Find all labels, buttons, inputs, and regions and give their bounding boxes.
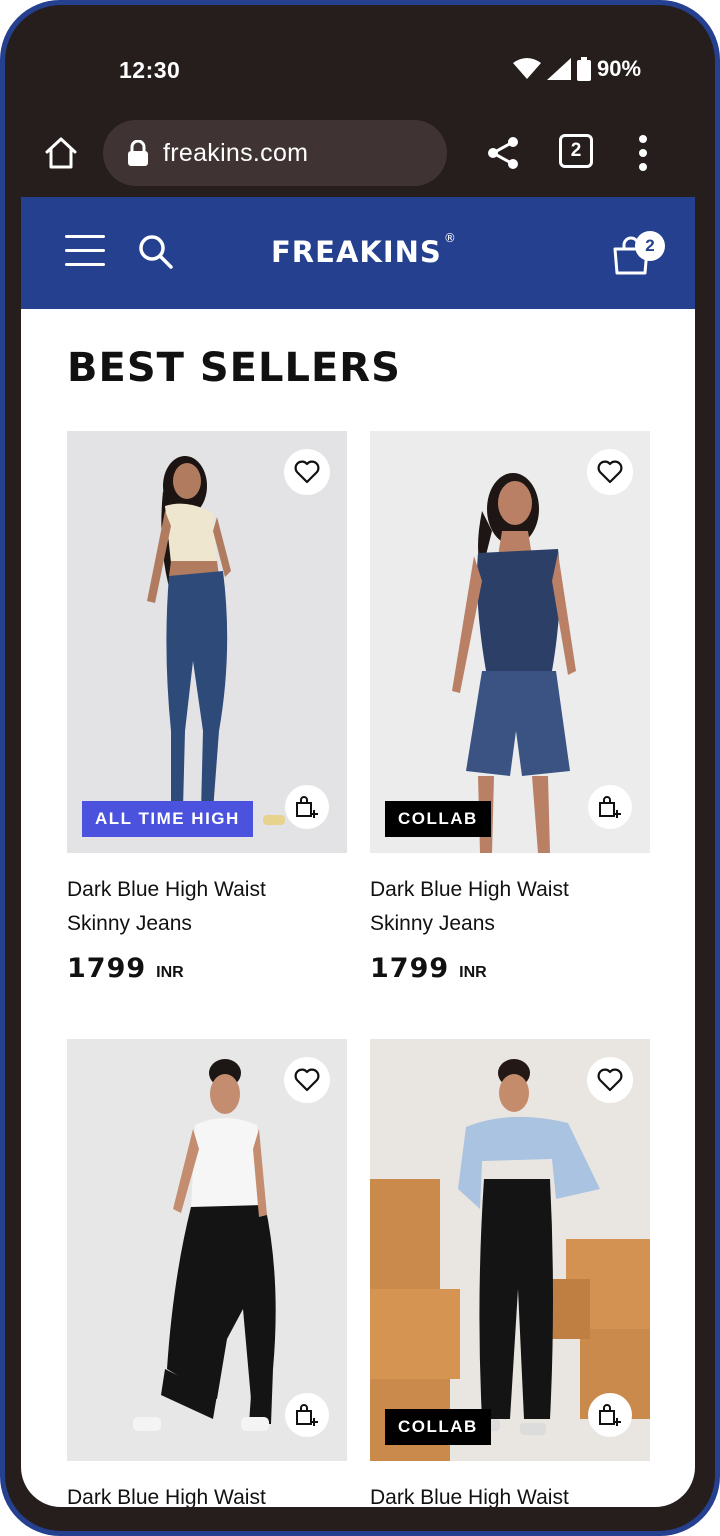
product-price: 1799 INR [67, 953, 347, 984]
heart-icon [294, 1068, 320, 1092]
site-logo[interactable]: FREAKINS ® [271, 231, 457, 269]
status-bar: 12:30 90% [5, 5, 715, 115]
product-price: 1799 INR [370, 953, 650, 984]
heart-icon [294, 460, 320, 484]
menu-icon[interactable] [65, 235, 105, 269]
cart-count-badge: 2 [635, 231, 665, 261]
search-icon[interactable] [137, 233, 175, 271]
url-text: freakins.com [163, 138, 309, 167]
product-image[interactable]: ALL TIME HIGH [67, 431, 347, 853]
status-time: 12:30 [119, 57, 181, 83]
product-image[interactable]: COLLAB [370, 1039, 650, 1461]
price-currency: INR [156, 964, 184, 981]
section-title: BEST SELLERS [67, 345, 401, 391]
browser-toolbar: freakins.com 2 [5, 115, 715, 197]
battery-icon [577, 57, 591, 81]
wishlist-button[interactable] [284, 1057, 330, 1103]
product-tag: COLLAB [385, 801, 491, 837]
add-to-bag-button[interactable] [588, 1393, 632, 1437]
site-header: FREAKINS ® 2 [21, 197, 695, 309]
add-to-bag-button[interactable] [588, 785, 632, 829]
wishlist-button[interactable] [284, 449, 330, 495]
product-name[interactable]: Dark Blue High Waist [67, 1481, 347, 1507]
wifi-icon [513, 58, 541, 79]
price-value: 1799 [370, 953, 450, 984]
status-icons: 90% [513, 56, 641, 82]
product-name[interactable]: Dark Blue High Waist [370, 1481, 650, 1507]
product-image[interactable]: COLLAB [370, 431, 650, 853]
address-bar[interactable]: freakins.com [103, 120, 447, 186]
product-card[interactable]: COLLAB Dark Blue High Waist Skinny Jeans … [370, 431, 650, 984]
logo-registered-mark: ® [443, 231, 457, 245]
product-card[interactable]: COLLAB Dark Blue High Waist [370, 1039, 650, 1507]
tabs-icon[interactable]: 2 [559, 134, 593, 168]
add-to-bag-icon [599, 796, 621, 818]
product-card[interactable]: ALL TIME HIGH Dark Blue High Waist Skinny… [67, 431, 347, 984]
phone-frame: 12:30 90% freakins.com 2 FREAKINS ® 2 BE… [0, 0, 720, 1536]
product-name[interactable]: Dark Blue High Waist Skinny Jeans [67, 873, 347, 941]
more-vert-icon[interactable] [633, 133, 653, 173]
product-tag: ALL TIME HIGH [82, 801, 253, 837]
wishlist-button[interactable] [587, 449, 633, 495]
lock-icon [128, 140, 148, 166]
web-page: FREAKINS ® 2 BEST SELLERS ALL TIME HIGH … [21, 197, 695, 1507]
logo-text: FREAKINS [271, 235, 442, 269]
tab-count: 2 [570, 140, 582, 161]
signal-icon [547, 58, 571, 80]
product-name[interactable]: Dark Blue High Waist Skinny Jeans [370, 873, 650, 941]
product-image[interactable] [67, 1039, 347, 1461]
add-to-bag-icon [296, 1404, 318, 1426]
price-value: 1799 [67, 953, 147, 984]
heart-icon [597, 460, 623, 484]
product-card[interactable]: Dark Blue High Waist [67, 1039, 347, 1507]
product-tag: COLLAB [385, 1409, 491, 1445]
phone-screen: 12:30 90% freakins.com 2 FREAKINS ® 2 BE… [5, 5, 715, 1531]
price-currency: INR [459, 964, 487, 981]
add-to-bag-button[interactable] [285, 1393, 329, 1437]
battery-percent: 90% [597, 56, 642, 81]
share-icon[interactable] [485, 135, 521, 171]
heart-icon [597, 1068, 623, 1092]
add-to-bag-icon [296, 796, 318, 818]
home-icon[interactable] [41, 133, 81, 173]
wishlist-button[interactable] [587, 1057, 633, 1103]
add-to-bag-button[interactable] [285, 785, 329, 829]
add-to-bag-icon [599, 1404, 621, 1426]
